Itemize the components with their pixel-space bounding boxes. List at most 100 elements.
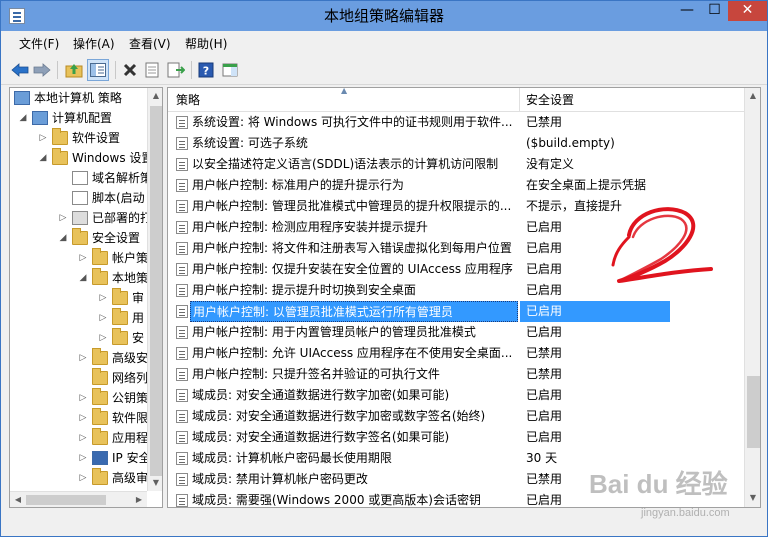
- watermark-url: jingyan.baidu.com: [641, 507, 730, 519]
- menu-help[interactable]: 帮助(H): [185, 35, 227, 53]
- list-vertical-scrollbar[interactable]: ▲ ▼: [744, 88, 760, 507]
- policy-name: 系统设置: 将 Windows 可执行文件中的证书规则用于软件...: [192, 115, 513, 129]
- collapsed-arrow-icon[interactable]: ▷: [98, 328, 108, 348]
- up-folder-icon[interactable]: [63, 59, 85, 81]
- table-row[interactable]: 用户帐户控制: 允许 UIAccess 应用程序在不使用安全桌面... 已禁用: [168, 343, 744, 364]
- policy-item-icon: [176, 242, 188, 255]
- policy-name: 用户帐户控制: 提示提升时切换到安全桌面: [192, 283, 416, 297]
- computer-icon: [32, 111, 48, 125]
- collapsed-arrow-icon[interactable]: ▷: [38, 128, 48, 148]
- table-row[interactable]: 以安全描述符定义语言(SDDL)语法表示的计算机访问限制 没有定义: [168, 154, 744, 175]
- toolbar: ?: [1, 55, 767, 85]
- policy-name: 用户帐户控制: 仅提升安装在安全位置的 UIAccess 应用程序: [192, 262, 513, 276]
- policy-item-icon: [176, 326, 188, 339]
- scroll-left-icon[interactable]: ◀: [10, 492, 26, 507]
- collapsed-arrow-icon[interactable]: ▷: [78, 468, 88, 488]
- security-setting-value: 已禁用: [526, 367, 563, 381]
- policy-name: 用户帐户控制: 标准用户的提升提示行为: [192, 178, 404, 192]
- security-setting-value: 已启用: [526, 325, 563, 339]
- baidu-watermark: Bai du 经验: [589, 469, 728, 499]
- folder-icon: [92, 248, 108, 265]
- menu-file[interactable]: 文件(F): [19, 35, 59, 53]
- table-row[interactable]: 域成员: 对安全通道数据进行数字签名(如果可能) 已启用: [168, 427, 744, 448]
- policy-name: 域成员: 对安全通道数据进行数字加密或数字签名(始终): [192, 409, 486, 423]
- help-icon[interactable]: ?: [195, 59, 217, 81]
- folder-icon: [92, 428, 108, 445]
- policy-name: 域成员: 对安全通道数据进行数字签名(如果可能): [192, 430, 450, 444]
- minimize-button[interactable]: —: [673, 1, 701, 21]
- scroll-down-icon[interactable]: ▼: [148, 475, 162, 491]
- security-setting-value: 30 天: [526, 451, 558, 465]
- table-row[interactable]: 域成员: 对安全通道数据进行数字加密或数字签名(始终) 已启用: [168, 406, 744, 427]
- delete-icon[interactable]: [119, 59, 141, 81]
- export-list-icon[interactable]: [165, 59, 187, 81]
- collapsed-arrow-icon[interactable]: ▷: [78, 428, 88, 448]
- collapsed-arrow-icon[interactable]: ▷: [78, 388, 88, 408]
- policy-name: 用户帐户控制: 用于内置管理员帐户的管理员批准模式: [192, 325, 476, 339]
- policy-item-icon: [176, 389, 188, 402]
- scroll-up-icon[interactable]: ▲: [148, 88, 162, 104]
- folder-icon: [112, 308, 128, 325]
- collapsed-arrow-icon[interactable]: ▷: [78, 448, 88, 468]
- collapsed-arrow-icon[interactable]: ▷: [78, 408, 88, 428]
- scroll-up-icon[interactable]: ▲: [745, 88, 760, 104]
- close-button[interactable]: ✕: [728, 1, 767, 21]
- policy-name: 域成员: 禁用计算机帐户密码更改: [192, 472, 368, 486]
- policy-name: 域成员: 计算机帐户密码最长使用期限: [192, 451, 392, 465]
- menu-bar: 文件(F) 操作(A) 查看(V) 帮助(H): [1, 31, 767, 55]
- expanded-arrow-icon[interactable]: ◢: [38, 148, 48, 168]
- policy-name: 用户帐户控制: 管理员批准模式中管理员的提升权限提示的...: [192, 199, 512, 213]
- expanded-arrow-icon[interactable]: ◢: [58, 228, 68, 248]
- collapsed-arrow-icon[interactable]: ▷: [78, 248, 88, 268]
- scroll-thumb[interactable]: [150, 106, 162, 476]
- table-row[interactable]: 用户帐户控制: 只提升签名并验证的可执行文件 已禁用: [168, 364, 744, 385]
- title-bar[interactable]: 本地组策略编辑器 — ☐ ✕: [1, 1, 767, 31]
- table-row[interactable]: 域成员: 计算机帐户密码最长使用期限 30 天: [168, 448, 744, 469]
- tree-horizontal-scrollbar[interactable]: ◀ ▶: [10, 491, 147, 507]
- scroll-thumb[interactable]: [26, 495, 106, 505]
- policy-item-icon: [176, 368, 188, 381]
- toolbar-separator: [57, 61, 58, 79]
- table-row[interactable]: 系统设置: 将 Windows 可执行文件中的证书规则用于软件... 已禁用: [168, 112, 744, 133]
- handwritten-two-annotation: [611, 207, 713, 283]
- ip-security-icon: [92, 451, 108, 465]
- policy-item-icon: [176, 179, 188, 192]
- script-icon: [72, 191, 88, 205]
- collapsed-arrow-icon[interactable]: ▷: [78, 348, 88, 368]
- maximize-button[interactable]: ☐: [701, 1, 728, 21]
- policy-name: 系统设置: 可选子系统: [192, 136, 308, 150]
- table-row[interactable]: 用户帐户控制: 用于内置管理员帐户的管理员批准模式 已启用: [168, 322, 744, 343]
- printer-icon: [72, 211, 88, 225]
- table-row[interactable]: 域成员: 对安全通道数据进行数字加密(如果可能) 已启用: [168, 385, 744, 406]
- tree-vertical-scrollbar[interactable]: ▲ ▼: [147, 88, 162, 491]
- folder-icon: [52, 128, 68, 145]
- properties-icon[interactable]: [141, 59, 163, 81]
- expanded-arrow-icon[interactable]: ◢: [78, 268, 88, 288]
- expanded-arrow-icon[interactable]: ◢: [18, 108, 28, 128]
- column-header-policy[interactable]: ▲ 策略: [168, 88, 520, 112]
- collapsed-arrow-icon[interactable]: ▷: [98, 308, 108, 328]
- scroll-right-icon[interactable]: ▶: [131, 492, 147, 507]
- show-tree-icon[interactable]: [87, 59, 109, 81]
- forward-arrow-icon[interactable]: [31, 59, 53, 81]
- collapsed-arrow-icon[interactable]: ▷: [58, 208, 68, 228]
- show-hide-pane-icon[interactable]: [219, 59, 241, 81]
- policy-item-icon: [176, 137, 188, 150]
- console-tree[interactable]: 本地计算机 策略 ◢ 计算机配置 ▷ 软件设置 ◢ Windows 设置 域名解…: [9, 87, 163, 508]
- menu-view[interactable]: 查看(V): [129, 35, 171, 53]
- policy-list[interactable]: ▲ 策略 安全设置 系统设置: 将 Windows 可执行文件中的证书规则用于软…: [167, 87, 761, 508]
- table-row[interactable]: 系统设置: 可选子系统 ($build.empty): [168, 133, 744, 154]
- window-title: 本地组策略编辑器: [323, 7, 444, 25]
- table-row[interactable]: 用户帐户控制: 以管理员批准模式运行所有管理员 已启用: [168, 301, 744, 322]
- back-arrow-icon[interactable]: [9, 59, 31, 81]
- column-header-setting[interactable]: 安全设置: [520, 88, 744, 112]
- scroll-thumb[interactable]: [747, 376, 760, 448]
- security-setting-value: 已启用: [526, 409, 563, 423]
- table-row[interactable]: 用户帐户控制: 标准用户的提升提示行为 在安全桌面上提示凭据: [168, 175, 744, 196]
- security-setting-value: 已启用: [526, 388, 563, 402]
- collapsed-arrow-icon[interactable]: ▷: [98, 288, 108, 308]
- editor-window: 本地组策略编辑器 — ☐ ✕ 文件(F) 操作(A) 查看(V) 帮助(H) ?…: [0, 0, 768, 537]
- policy-item-icon: [176, 284, 188, 297]
- toolbar-separator: [191, 61, 192, 79]
- menu-action[interactable]: 操作(A): [73, 35, 115, 53]
